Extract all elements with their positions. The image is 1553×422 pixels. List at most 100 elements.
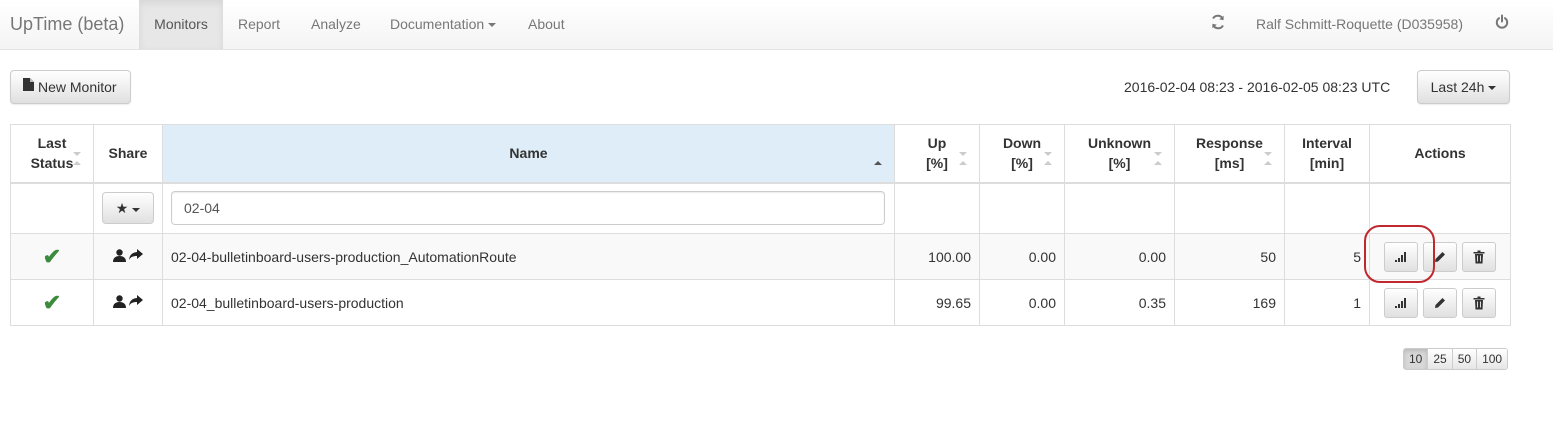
sort-icon — [1154, 147, 1162, 171]
nav-documentation[interactable]: Documentation — [390, 0, 497, 49]
edit-button[interactable] — [1422, 241, 1457, 272]
share-filter-button[interactable]: ★ — [102, 192, 154, 225]
up-value: 100.00 — [894, 233, 980, 280]
nav-analyze-label: Analyze — [311, 16, 361, 32]
range-select-label: Last 24h — [1430, 79, 1485, 95]
user-menu[interactable]: Ralf Schmitt-Roquette (D035958) — [1256, 0, 1463, 48]
status-cell: ✔ — [10, 233, 94, 280]
table-row[interactable]: ✔ 02-04-bulletinboard-users-production_A… — [10, 233, 1511, 280]
response-value: 169 — [1174, 279, 1285, 326]
pencil-icon — [1434, 251, 1445, 262]
chevron-down-icon — [132, 207, 141, 212]
header-name-label: Name — [509, 145, 548, 162]
status-cell: ✔ — [10, 279, 94, 326]
actions-cell — [1369, 279, 1511, 326]
nav-about-label: About — [528, 16, 565, 32]
share-icon[interactable] — [129, 295, 143, 307]
filter-cell-share: ★ — [93, 182, 163, 234]
page-size-100[interactable]: 100 — [1476, 349, 1508, 369]
header-up-label-1: Up — [927, 135, 947, 152]
header-unknown-label-2: [%] — [1108, 155, 1131, 172]
table-row[interactable]: ✔ 02-04_bulletinboard-users-production 9… — [10, 279, 1511, 326]
sort-icon — [959, 147, 967, 171]
navbar: UpTime (beta) Monitors Report Analyze Do… — [0, 0, 1553, 50]
chevron-down-icon — [488, 23, 497, 28]
unknown-value: 0.35 — [1064, 279, 1175, 326]
sort-asc-icon — [874, 147, 882, 171]
edit-button[interactable] — [1422, 287, 1457, 318]
new-monitor-button[interactable]: New Monitor — [10, 70, 131, 104]
nav-monitors-label: Monitors — [154, 16, 208, 32]
share-icon[interactable] — [129, 249, 143, 261]
page-size-25[interactable]: 25 — [1427, 349, 1452, 369]
header-unknown[interactable]: Unknown [%] — [1064, 124, 1175, 184]
share-cell — [93, 279, 163, 326]
check-icon: ✔ — [42, 289, 62, 315]
nav-report-label: Report — [238, 16, 281, 32]
power-icon[interactable] — [1494, 14, 1512, 32]
header-actions-label: Actions — [1414, 145, 1466, 162]
page-size-50[interactable]: 50 — [1451, 349, 1477, 369]
header-response[interactable]: Response [ms] — [1174, 124, 1285, 184]
check-icon: ✔ — [42, 243, 62, 269]
chart-button[interactable] — [1384, 287, 1418, 318]
up-value: 99.65 — [894, 279, 980, 326]
header-down[interactable]: Down [%] — [979, 124, 1065, 184]
user-icon — [113, 248, 126, 262]
new-monitor-label: New Monitor — [38, 79, 117, 95]
header-unknown-label-1: Unknown — [1088, 135, 1151, 152]
range-select-button[interactable]: Last 24h — [1417, 70, 1510, 104]
header-response-label-1: Response — [1196, 135, 1263, 152]
nav-analyze[interactable]: Analyze — [311, 0, 361, 49]
header-up-label-2: [%] — [926, 155, 948, 172]
page-size-selector: 10 25 50 100 — [1403, 348, 1509, 370]
nav-documentation-label: Documentation — [390, 16, 485, 32]
filter-cell-name — [162, 182, 895, 234]
down-value: 0.00 — [979, 279, 1065, 326]
header-last-status[interactable]: Last Status — [10, 124, 94, 184]
header-actions: Actions — [1369, 124, 1511, 184]
name-filter-input[interactable] — [171, 191, 885, 226]
header-interval[interactable]: Interval [min] — [1284, 124, 1370, 184]
trash-icon — [1473, 296, 1485, 309]
filter-cell-empty — [10, 182, 94, 234]
interval-value: 5 — [1284, 233, 1370, 280]
page-size-10[interactable]: 10 — [1404, 349, 1428, 369]
refresh-icon[interactable] — [1210, 14, 1228, 32]
monitors-table: Last Status Share Name Up [%] Down [%] U… — [10, 124, 1511, 326]
interval-value: 1 — [1284, 279, 1370, 326]
chart-button[interactable] — [1384, 241, 1418, 272]
bar-chart-icon — [1395, 297, 1406, 308]
header-interval-label-1: Interval — [1302, 135, 1352, 152]
header-share-label: Share — [108, 145, 148, 162]
monitor-name[interactable]: 02-04_bulletinboard-users-production — [162, 279, 895, 326]
header-down-label-2: [%] — [1011, 155, 1033, 172]
nav-report[interactable]: Report — [238, 0, 280, 49]
file-icon — [23, 70, 34, 102]
unknown-value: 0.00 — [1064, 233, 1175, 280]
sort-icon — [1264, 147, 1272, 171]
pencil-icon — [1434, 297, 1445, 308]
header-down-label-1: Down — [1002, 135, 1042, 152]
star-icon: ★ — [115, 200, 129, 217]
sort-icon — [73, 147, 81, 171]
header-last-status-label-2: Status — [30, 155, 74, 172]
delete-button[interactable] — [1461, 241, 1496, 272]
trash-icon — [1473, 250, 1485, 263]
down-value: 0.00 — [979, 233, 1065, 280]
brand[interactable]: UpTime (beta) — [10, 14, 124, 35]
nav-monitors[interactable]: Monitors — [139, 0, 223, 49]
monitor-name[interactable]: 02-04-bulletinboard-users-production_Aut… — [162, 233, 895, 280]
filter-row: ★ — [10, 182, 1511, 234]
user-icon — [113, 294, 126, 308]
header-interval-label-2: [min] — [1309, 155, 1345, 172]
bar-chart-icon — [1395, 251, 1406, 262]
nav-about[interactable]: About — [528, 0, 565, 49]
chevron-down-icon — [1488, 86, 1497, 91]
delete-button[interactable] — [1461, 287, 1496, 318]
share-cell — [93, 233, 163, 280]
date-range: 2016-02-04 08:23 - 2016-02-05 08:23 UTC — [1124, 79, 1391, 95]
header-up[interactable]: Up [%] — [894, 124, 980, 184]
header-response-label-2: [ms] — [1214, 155, 1245, 172]
header-name[interactable]: Name — [162, 124, 895, 184]
